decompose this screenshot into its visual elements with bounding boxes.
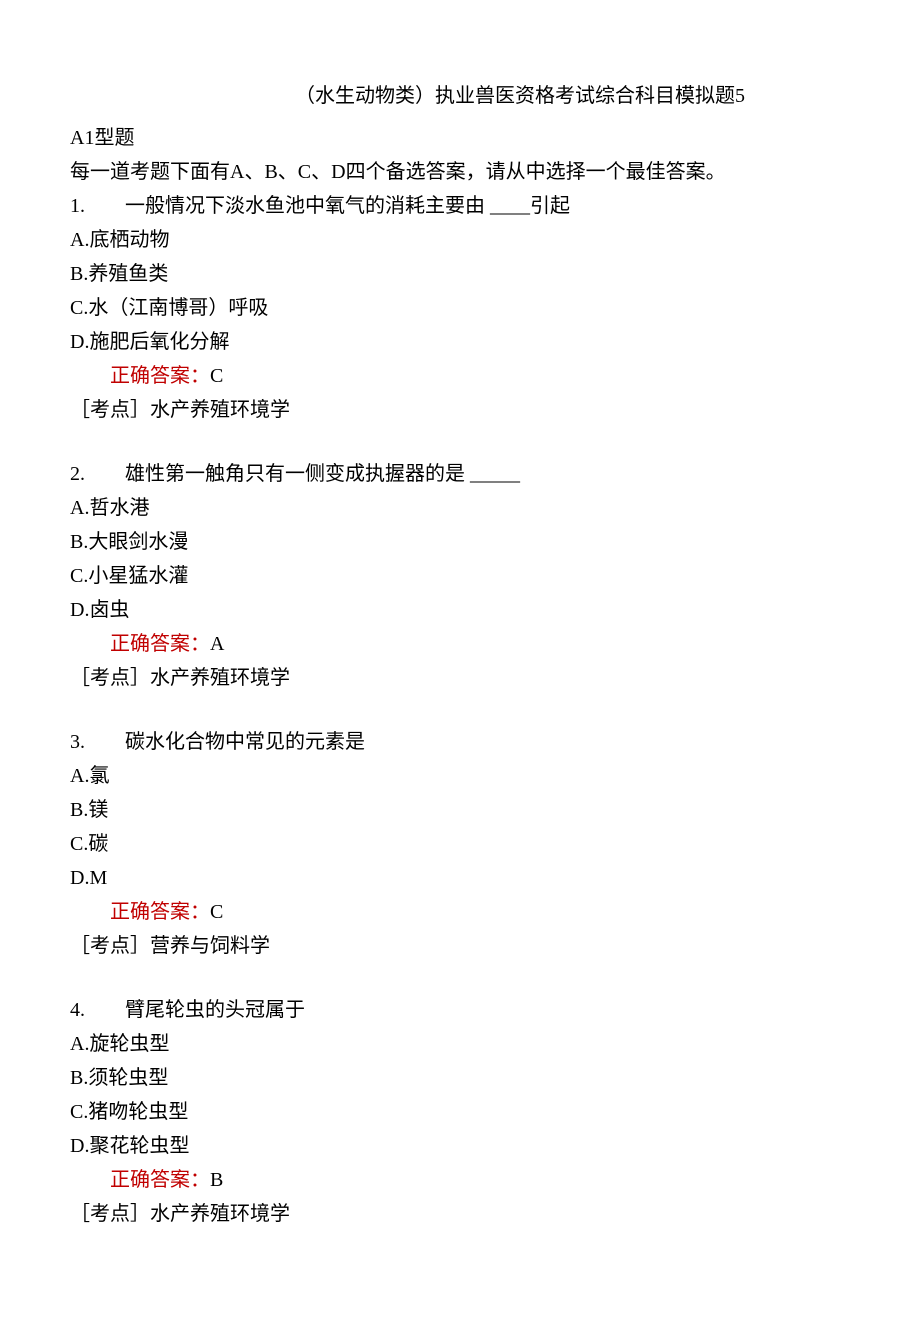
topic-value: 水产养殖环境学 (150, 667, 290, 689)
document-title: （水生动物类）执业兽医资格考试综合科目模拟题5 (70, 80, 850, 112)
question-block: 1. 一般情况下淡水鱼池中氧气的消耗主要由 ____引起 A.底栖动物 B.养殖… (70, 190, 850, 426)
instruction-text: 每一道考题下面有A、B、C、D四个备选答案，请从中选择一个最佳答案。 (70, 156, 850, 188)
option-a: A.氯 (70, 760, 850, 792)
option-d: D.聚花轮虫型 (70, 1130, 850, 1162)
answer-line: 正确答案：C (70, 360, 850, 392)
answer-line: 正确答案：A (70, 628, 850, 660)
question-body: 臂尾轮虫的头冠属于 (125, 999, 305, 1021)
question-number: 3. (70, 726, 120, 758)
option-c: C.猪吻轮虫型 (70, 1096, 850, 1128)
topic-line: ［考点］水产养殖环境学 (70, 394, 850, 426)
answer-value: C (210, 365, 223, 387)
topic-line: ［考点］水产养殖环境学 (70, 1198, 850, 1230)
answer-label: 正确答案： (110, 365, 210, 387)
option-b: B.镁 (70, 794, 850, 826)
topic-value: 水产养殖环境学 (150, 399, 290, 421)
question-block: 2. 雄性第一触角只有一侧变成执握器的是 _____ A.哲水港 B.大眼剑水漫… (70, 458, 850, 694)
option-a: A.底栖动物 (70, 224, 850, 256)
answer-label: 正确答案： (110, 1169, 210, 1191)
topic-line: ［考点］水产养殖环境学 (70, 662, 850, 694)
option-d: D.施肥后氧化分解 (70, 326, 850, 358)
option-c: C.水（江南博哥）呼吸 (70, 292, 850, 324)
answer-value: B (210, 1169, 223, 1191)
question-body: 碳水化合物中常见的元素是 (125, 731, 365, 753)
question-body: 一般情况下淡水鱼池中氧气的消耗主要由 ____引起 (125, 195, 570, 217)
topic-label: ［考点］ (70, 1203, 150, 1225)
question-number: 1. (70, 190, 120, 222)
answer-value: C (210, 901, 223, 923)
option-c: C.小星猛水灌 (70, 560, 850, 592)
question-block: 3. 碳水化合物中常见的元素是 A.氯 B.镁 C.碳 D.M 正确答案：C ［… (70, 726, 850, 962)
question-text: 3. 碳水化合物中常见的元素是 (70, 726, 850, 758)
option-d: D.M (70, 862, 850, 894)
topic-label: ［考点］ (70, 935, 150, 957)
option-b: B.须轮虫型 (70, 1062, 850, 1094)
topic-line: ［考点］营养与饲料学 (70, 930, 850, 962)
option-a: A.哲水港 (70, 492, 850, 524)
topic-value: 水产养殖环境学 (150, 1203, 290, 1225)
answer-label: 正确答案： (110, 633, 210, 655)
question-block: 4. 臂尾轮虫的头冠属于 A.旋轮虫型 B.须轮虫型 C.猪吻轮虫型 D.聚花轮… (70, 994, 850, 1230)
question-text: 4. 臂尾轮虫的头冠属于 (70, 994, 850, 1026)
section-type: A1型题 (70, 122, 850, 154)
option-b: B.养殖鱼类 (70, 258, 850, 290)
option-c: C.碳 (70, 828, 850, 860)
question-text: 1. 一般情况下淡水鱼池中氧气的消耗主要由 ____引起 (70, 190, 850, 222)
topic-value: 营养与饲料学 (150, 935, 270, 957)
question-number: 4. (70, 994, 120, 1026)
answer-line: 正确答案：B (70, 1164, 850, 1196)
question-number: 2. (70, 458, 120, 490)
answer-value: A (210, 633, 224, 655)
topic-label: ［考点］ (70, 667, 150, 689)
answer-line: 正确答案：C (70, 896, 850, 928)
topic-label: ［考点］ (70, 399, 150, 421)
option-a: A.旋轮虫型 (70, 1028, 850, 1060)
answer-label: 正确答案： (110, 901, 210, 923)
question-text: 2. 雄性第一触角只有一侧变成执握器的是 _____ (70, 458, 850, 490)
option-b: B.大眼剑水漫 (70, 526, 850, 558)
question-body: 雄性第一触角只有一侧变成执握器的是 _____ (125, 463, 520, 485)
option-d: D.卤虫 (70, 594, 850, 626)
